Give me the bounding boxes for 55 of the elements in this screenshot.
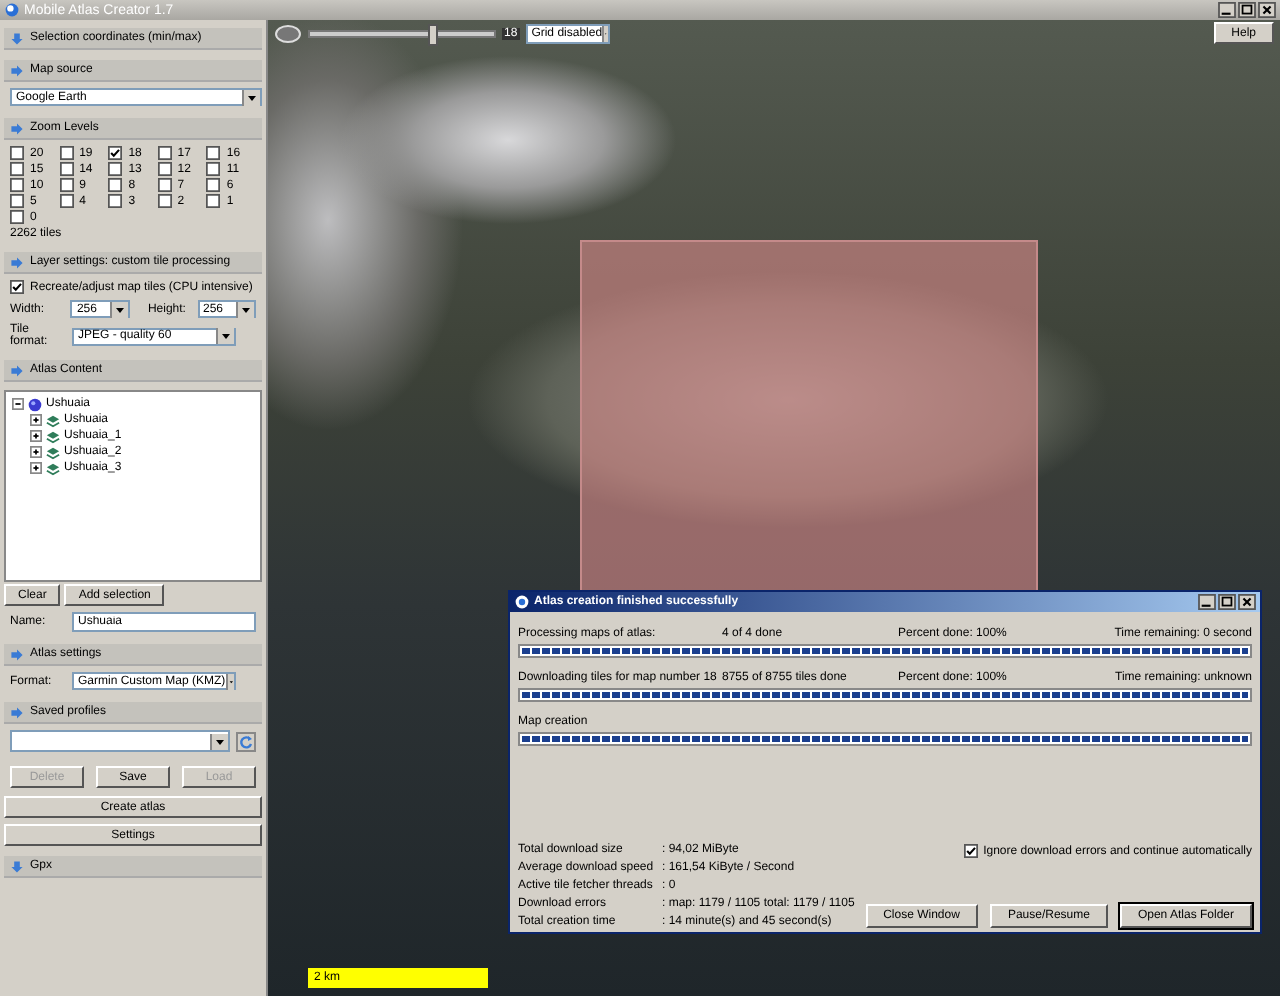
checkbox[interactable] — [10, 146, 24, 160]
minimize-icon[interactable] — [1218, 2, 1236, 18]
minimize-icon[interactable] — [1198, 594, 1216, 610]
maximize-icon[interactable] — [1238, 2, 1256, 18]
checkbox[interactable] — [108, 146, 123, 160]
close-icon[interactable] — [1238, 594, 1256, 610]
checkbox[interactable] — [108, 162, 123, 176]
checkbox[interactable] — [59, 194, 74, 208]
expand-arrow-icon — [10, 647, 24, 661]
caret-icon — [242, 89, 260, 105]
checkbox[interactable] — [157, 146, 172, 160]
collapse-icon — [10, 31, 24, 45]
app-icon — [4, 2, 20, 18]
checkbox[interactable] — [157, 194, 172, 208]
expand-arrow-icon — [10, 705, 24, 719]
tree-toggle-icon[interactable] — [30, 462, 42, 474]
checkbox[interactable] — [59, 146, 74, 160]
caret-icon — [225, 673, 234, 689]
caret-icon — [109, 301, 128, 317]
expand-arrow-icon — [10, 255, 24, 269]
caret-icon — [210, 733, 228, 749]
close-icon[interactable] — [1258, 2, 1276, 18]
globe-icon — [28, 397, 42, 411]
checkbox[interactable] — [10, 210, 24, 224]
checkbox[interactable] — [206, 146, 221, 160]
checkbox[interactable] — [10, 178, 24, 192]
expand-arrow-icon — [10, 63, 24, 77]
checkbox[interactable] — [108, 194, 123, 208]
collapse-icon — [10, 859, 24, 873]
checkbox[interactable] — [59, 162, 74, 176]
maximize-icon[interactable] — [1218, 594, 1236, 610]
caret-icon — [216, 328, 234, 344]
checkbox[interactable] — [206, 178, 221, 192]
slider-thumb[interactable] — [427, 23, 438, 45]
profile-dropdown[interactable] — [10, 730, 230, 752]
tree-toggle-icon[interactable] — [30, 446, 42, 458]
app-icon — [514, 594, 530, 610]
caret-icon — [602, 25, 608, 41]
expand-arrow-icon — [10, 363, 24, 377]
tree-toggle-icon[interactable] — [12, 398, 24, 410]
checkbox[interactable] — [206, 194, 221, 208]
refresh-icon[interactable] — [236, 731, 256, 751]
checkbox[interactable] — [10, 280, 24, 294]
checkbox[interactable] — [59, 178, 74, 192]
caret-icon — [235, 301, 254, 317]
tree-toggle-icon[interactable] — [30, 414, 42, 426]
checkbox[interactable] — [10, 194, 24, 208]
checkbox[interactable] — [963, 844, 978, 858]
checkbox[interactable] — [10, 162, 24, 176]
expand-arrow-icon — [10, 121, 24, 135]
tree-toggle-icon[interactable] — [30, 430, 42, 442]
checkbox[interactable] — [157, 178, 172, 192]
checkbox[interactable] — [206, 162, 221, 176]
checkbox[interactable] — [108, 178, 123, 192]
checkbox[interactable] — [157, 162, 172, 176]
